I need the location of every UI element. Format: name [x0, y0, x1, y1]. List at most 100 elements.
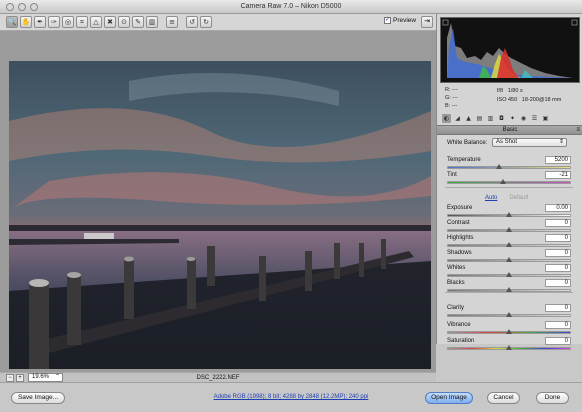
preview-checkbox[interactable]: ✓ — [384, 17, 391, 24]
whites-slider-thumb[interactable] — [506, 272, 512, 277]
whites-slider-row: Whites 0 — [447, 264, 571, 280]
rotate-left-icon[interactable]: ↺ — [186, 16, 198, 28]
split-toning-tab-icon[interactable]: ▥ — [486, 114, 495, 123]
zoom-in-button[interactable]: + — [16, 374, 24, 382]
sunset-dock-photo — [9, 61, 431, 369]
presets-tab-icon[interactable]: ☰ — [530, 114, 539, 123]
shadows-label: Shadows — [447, 250, 472, 256]
temperature-slider-thumb[interactable] — [496, 164, 503, 169]
exposure-slider-thumb[interactable] — [506, 212, 512, 217]
temperature-slider-track[interactable] — [447, 166, 571, 169]
blacks-label: Blacks — [447, 280, 465, 286]
highlights-slider-thumb[interactable] — [506, 242, 512, 247]
vibrance-value-field[interactable]: 0 — [545, 321, 571, 329]
shadows-value-field[interactable]: 0 — [545, 249, 571, 257]
photo-preview[interactable] — [9, 61, 431, 369]
tone-curve-tab-icon[interactable]: ◢ — [453, 114, 462, 123]
chevron-down-icon: ⌃ — [54, 374, 60, 380]
divider — [445, 292, 573, 293]
close-window-button[interactable] — [6, 3, 14, 11]
status-bar: DSC_2222.NEF − + 19.6% ⌃ — [0, 372, 436, 382]
zoom-level-select[interactable]: 19.6% ⌃ — [28, 373, 63, 382]
white-balance-tool-icon[interactable]: ✒ — [34, 16, 46, 28]
tint-label: Tint — [447, 172, 457, 178]
hsl-tab-icon[interactable]: ▤ — [475, 114, 484, 123]
window-title: Camera Raw 7.0 – Nikon D5000 — [240, 3, 342, 10]
image-canvas[interactable] — [0, 31, 436, 372]
adjustment-brush-icon[interactable]: ✎ — [132, 16, 144, 28]
vibrance-slider-row: Vibrance 0 — [447, 321, 571, 337]
contrast-value-field[interactable]: 0 — [545, 219, 571, 227]
vibrance-label: Vibrance — [447, 322, 471, 328]
targeted-adjustment-tool-icon[interactable]: ◎ — [62, 16, 74, 28]
camera-calibration-tab-icon[interactable]: ◉ — [519, 114, 528, 123]
exif-readout: f/8 1/80 s ISO 450 18-200@18 mm — [497, 87, 561, 105]
divider — [445, 187, 573, 188]
bottom-bar: Save Image... Adobe RGB (1998); 8 bit; 4… — [0, 382, 582, 412]
lens-corrections-tab-icon[interactable]: ◘ — [497, 114, 506, 123]
minimize-window-button[interactable] — [18, 3, 26, 11]
blacks-value-field[interactable]: 0 — [545, 279, 571, 287]
highlights-value-field[interactable]: 0 — [545, 234, 571, 242]
graduated-filter-icon[interactable]: ▥ — [146, 16, 158, 28]
tint-slider-thumb[interactable] — [499, 179, 506, 184]
saturation-slider-thumb[interactable] — [506, 345, 512, 350]
contrast-slider-row: Contrast 0 — [447, 219, 571, 235]
window-titlebar: Camera Raw 7.0 – Nikon D5000 — [0, 0, 582, 14]
iso-value: ISO 450 — [497, 97, 518, 103]
temperature-slider-row: Temperature 5200 — [447, 156, 571, 172]
effects-tab-icon[interactable]: ✦ — [508, 114, 517, 123]
contrast-label: Contrast — [447, 220, 470, 226]
lens-value: 18-200@18 mm — [521, 97, 562, 103]
whites-value-field[interactable]: 0 — [545, 264, 571, 272]
color-sampler-tool-icon[interactable]: ✑ — [48, 16, 60, 28]
red-eye-tool-icon[interactable]: ⊙ — [118, 16, 130, 28]
saturation-slider-row: Saturation 0 — [447, 337, 571, 353]
tint-slider-track[interactable] — [447, 181, 571, 184]
tool-separator — [160, 16, 164, 28]
vibrance-slider-thumb[interactable] — [506, 329, 512, 334]
shutter-value: 1/80 s — [507, 88, 523, 94]
white-balance-select[interactable]: As Shot ⇕ — [492, 138, 567, 147]
crop-tool-icon[interactable]: ⌗ — [76, 16, 88, 28]
tint-value-field[interactable]: -21 — [545, 171, 571, 179]
zoom-tool-icon[interactable]: 🔍 — [6, 16, 18, 28]
auto-link[interactable]: Auto — [485, 195, 497, 201]
temperature-value-field[interactable]: 5200 — [545, 156, 571, 164]
fullscreen-toggle-icon[interactable]: ⇥ — [421, 16, 433, 28]
preview-toggle[interactable]: ✓ Preview — [384, 17, 416, 24]
contrast-slider-thumb[interactable] — [506, 227, 512, 232]
cancel-button[interactable]: Cancel — [487, 392, 520, 404]
auto-default-links: Auto Default — [485, 195, 528, 201]
whites-label: Whites — [447, 265, 466, 271]
histogram — [440, 17, 580, 83]
open-image-button[interactable]: Open Image — [425, 392, 473, 404]
zoom-window-button[interactable] — [30, 3, 38, 11]
panel-menu-icon[interactable]: ≡ — [576, 126, 580, 135]
basic-tab-icon[interactable]: ◐ — [442, 113, 451, 123]
clarity-slider-thumb[interactable] — [506, 312, 512, 317]
snapshots-tab-icon[interactable]: ▣ — [541, 114, 550, 123]
spot-removal-tool-icon[interactable]: ✖ — [104, 16, 116, 28]
preferences-icon[interactable]: ≡ — [166, 16, 178, 28]
basic-panel-header: Basic ≡ — [437, 125, 582, 135]
aperture-value: f/8 — [497, 88, 504, 94]
default-link[interactable]: Default — [509, 195, 528, 201]
exposure-label: Exposure — [447, 205, 473, 211]
panel-title: Basic — [502, 127, 518, 133]
clarity-value-field[interactable]: 0 — [545, 304, 571, 312]
clarity-label: Clarity — [447, 305, 465, 311]
detail-tab-icon[interactable]: ▲ — [464, 114, 473, 123]
rotate-right-icon[interactable]: ↻ — [200, 16, 212, 28]
tool-group: 🔍 ✋ ✒ ✑ ◎ ⌗ △ ✖ ⊙ ✎ ▥ ≡ ↺ ↻ — [6, 16, 212, 28]
exposure-value-field[interactable]: 0.00 — [545, 204, 571, 212]
exposure-slider-row: Exposure 0.00 — [447, 204, 571, 220]
done-button[interactable]: Done — [536, 392, 569, 404]
saturation-value-field[interactable]: 0 — [545, 337, 571, 345]
hand-tool-icon[interactable]: ✋ — [20, 16, 32, 28]
zoom-out-button[interactable]: − — [6, 374, 14, 382]
histogram-graph — [442, 19, 578, 78]
straighten-tool-icon[interactable]: △ — [90, 16, 102, 28]
shadows-slider-thumb[interactable] — [506, 257, 512, 262]
highlights-slider-row: Highlights 0 — [447, 234, 571, 250]
